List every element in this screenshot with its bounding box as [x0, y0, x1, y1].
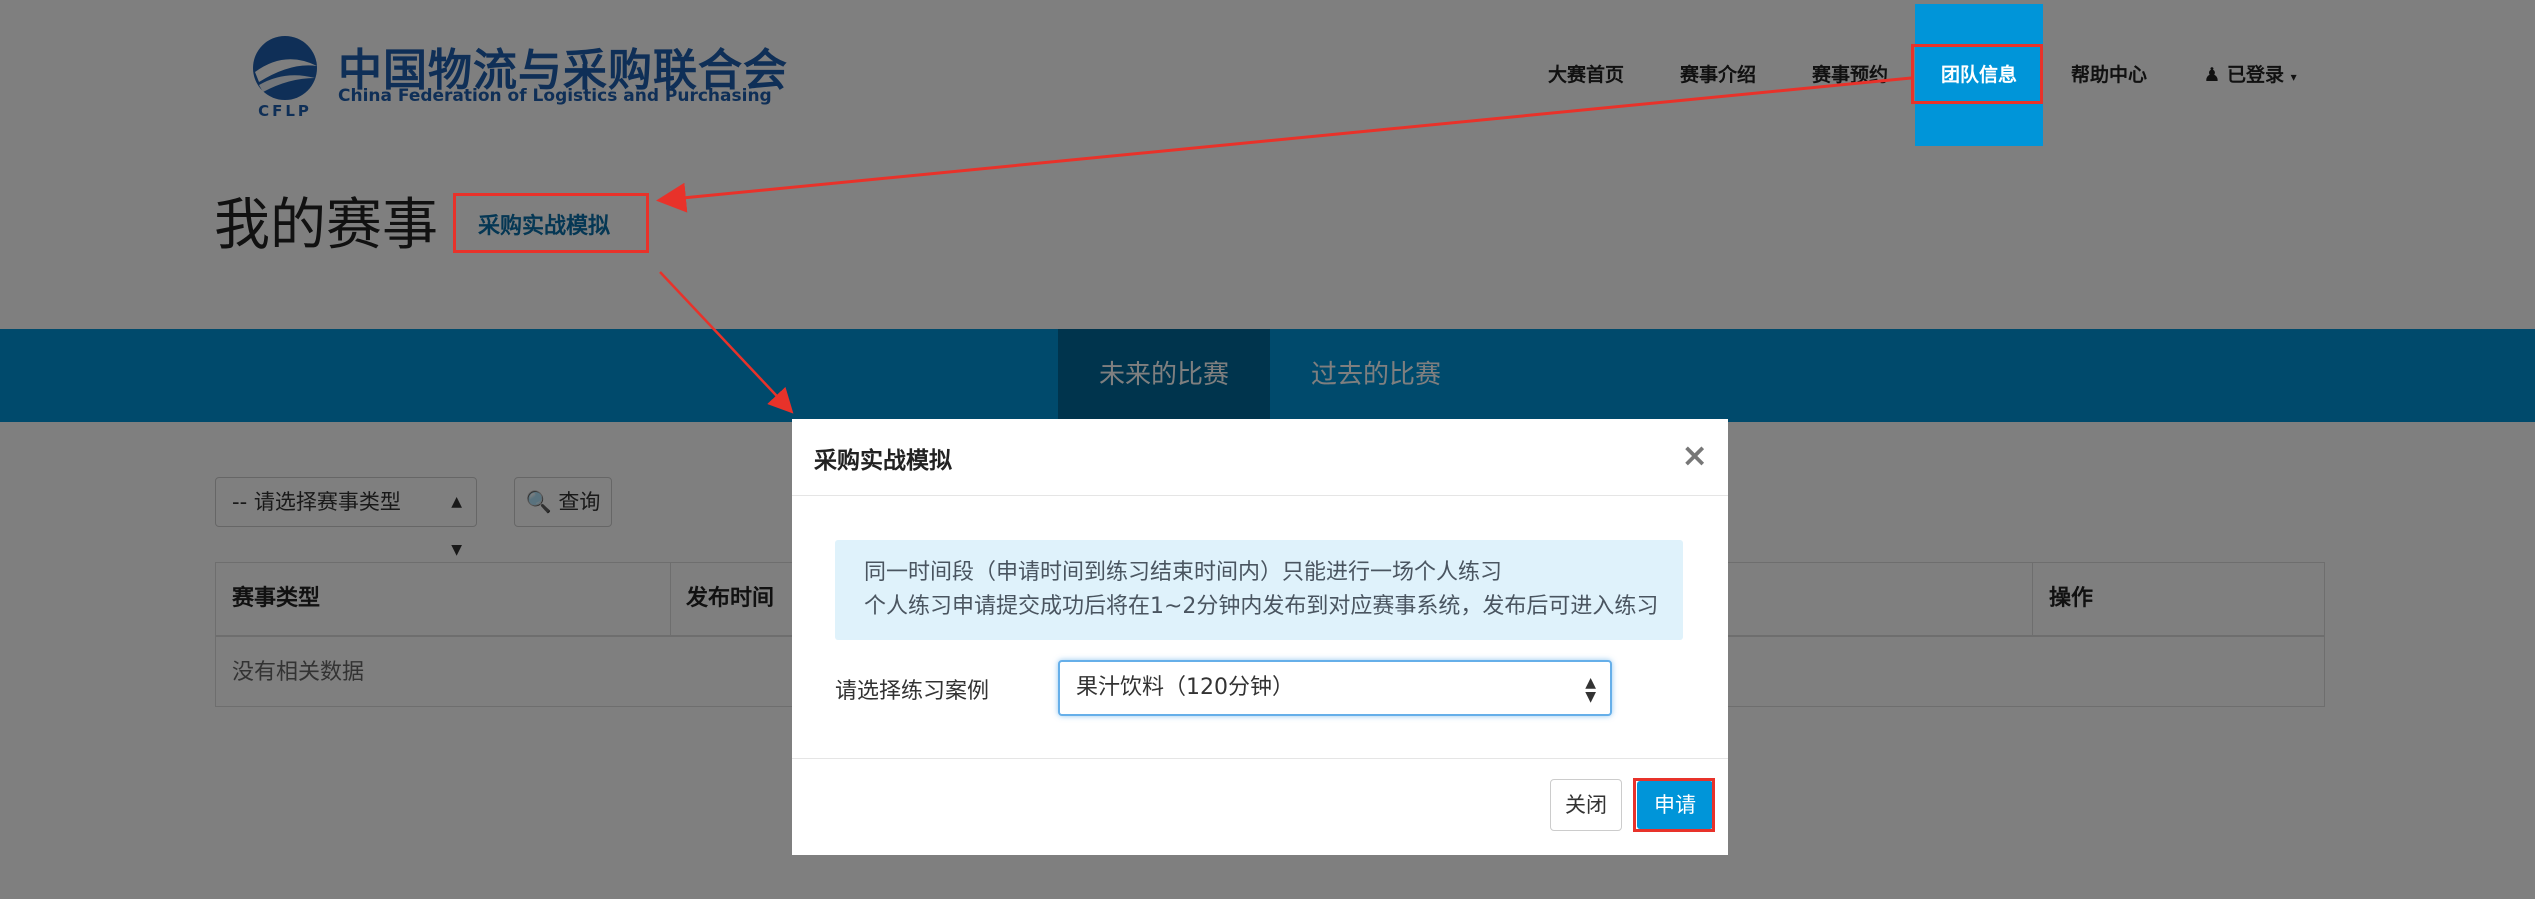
- annotation-box-apply: [1633, 778, 1715, 832]
- close-icon[interactable]: ×: [1681, 435, 1708, 475]
- modal-title: 采购实战模拟: [814, 448, 952, 474]
- annotation-box-badge: [453, 193, 649, 253]
- close-button[interactable]: 关闭: [1550, 779, 1622, 831]
- notice-line: 同一时间段（申请时间到练习结束时间内）只能进行一场个人练习: [864, 560, 1503, 585]
- case-select-label: 请选择练习案例: [835, 679, 990, 704]
- modal-header: 采购实战模拟 ×: [792, 419, 1728, 496]
- notice-line: 个人练习申请提交成功后将在1~2分钟内发布到对应赛事系统，发布后可进入练习: [864, 594, 1659, 619]
- annotation-box-team-info: [1911, 44, 2043, 104]
- practice-case-select[interactable]: 果汁饮料（120分钟） ▲ ▼: [1058, 660, 1612, 716]
- select-arrows-icon: ▲▼: [1585, 675, 1596, 705]
- practice-case-select-value: 果汁饮料（120分钟）: [1076, 675, 1294, 700]
- purchase-sim-modal: 采购实战模拟 × 同一时间段（申请时间到练习结束时间内）只能进行一场个人练习 个…: [792, 419, 1728, 855]
- practice-notice: 同一时间段（申请时间到练习结束时间内）只能进行一场个人练习 个人练习申请提交成功…: [835, 540, 1683, 640]
